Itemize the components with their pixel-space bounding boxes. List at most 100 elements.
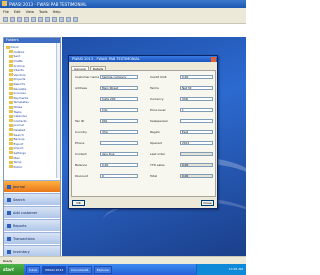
tree-item-label: Settings <box>13 150 26 155</box>
left-field-label: Contact <box>75 152 87 156</box>
menu-view[interactable]: View <box>26 10 34 14</box>
tree-item-label: Receipts <box>13 86 27 91</box>
tree-item[interactable]: Public <box>4 164 60 169</box>
screen: PWASI 2013 - FWASI PAB TESTIMONIAL File … <box>0 0 262 275</box>
right-field-input[interactable]: East <box>180 130 213 134</box>
nav-button-label: Reports <box>13 223 27 228</box>
right-field-input[interactable]: 1 <box>180 108 213 112</box>
left-field-label: Phone <box>75 141 85 145</box>
left-field-input[interactable]: USA <box>100 130 138 134</box>
nav-button[interactable]: Add customer <box>4 206 60 218</box>
left-field-input[interactable]: 0 <box>100 174 138 178</box>
nav-icon <box>7 236 11 241</box>
tree-item-label: Drafts <box>13 59 23 64</box>
taskbar: start Inbox PWASI 2013 Document1 Explorer 1… <box>0 264 246 275</box>
folder-icon <box>9 137 13 141</box>
right-field-input[interactable] <box>180 119 213 123</box>
right-field-input[interactable]: 0.00 <box>180 163 213 167</box>
right-field-input[interactable]: 0.00 <box>180 174 213 178</box>
right-field-input[interactable]: 2013 <box>180 141 213 145</box>
right-field-label: Terms <box>150 86 159 90</box>
left-field-input[interactable]: 001 <box>100 119 138 123</box>
left-field-input[interactable]: City <box>100 108 138 112</box>
left-field-label: Address <box>75 86 87 90</box>
nav-button[interactable]: Transactions <box>4 232 60 244</box>
tree-item-label: Notes <box>13 105 23 110</box>
folder-icon <box>9 114 13 118</box>
ok-button[interactable]: OK <box>72 200 85 206</box>
print-icon[interactable] <box>24 16 29 22</box>
copy-icon[interactable] <box>38 16 43 22</box>
title-bar[interactable]: PWASI 2013 - FWASI PAB TESTIMONIAL <box>0 0 246 8</box>
folder-icon <box>9 68 13 72</box>
dialog-form: Customer name Sample company Address Main S… <box>71 70 216 197</box>
nav-button[interactable]: Journal <box>4 180 60 192</box>
tree-item-label: Clients <box>13 68 24 73</box>
folder-icon <box>9 123 13 127</box>
dialog-title[interactable]: PWASI 2013 - FWASI PAB TESTIMONIAL <box>69 56 217 62</box>
nav-icon <box>7 197 11 202</box>
folder-icon <box>9 59 13 63</box>
taskbar-task[interactable]: PWASI 2013 <box>42 265 67 274</box>
tree-item-label: Projects <box>13 77 26 82</box>
nav-icon <box>7 210 11 215</box>
tree-item-label: Journal <box>13 123 24 128</box>
tree-item-label: Sent <box>13 54 21 59</box>
taskbar-task[interactable]: Document1 <box>68 265 92 274</box>
menu-bar: File Edit View Tools Help <box>0 8 246 15</box>
nav-button[interactable]: Reports <box>4 219 60 231</box>
folder-icon <box>9 100 13 104</box>
folder-icon <box>6 45 10 49</box>
folder-pane: Folders Inbox Outbox Sent Drafts Archive Clie… <box>3 37 61 257</box>
tree-item-label: Inbox <box>10 45 19 50</box>
save-icon[interactable] <box>17 16 22 22</box>
left-field-input[interactable]: Jane Doe <box>100 152 138 156</box>
cut-icon[interactable] <box>31 16 36 22</box>
tree-item-label: Payments <box>13 95 29 100</box>
left-field-input[interactable]: Sample company <box>100 75 138 79</box>
left-field-input[interactable] <box>100 141 138 145</box>
menu-tools[interactable]: Tools <box>39 10 48 14</box>
taskbar-task[interactable]: Inbox <box>26 265 41 274</box>
toolbar-gutter <box>0 24 246 37</box>
help-icon[interactable] <box>73 16 78 22</box>
nav-button-label: Inventory <box>13 249 30 254</box>
right-field-input[interactable]: Net 30 <box>180 86 213 90</box>
menu-edit[interactable]: Edit <box>14 10 21 14</box>
close-button[interactable]: Close <box>201 200 214 206</box>
open-icon[interactable] <box>10 16 15 22</box>
menu-help[interactable]: Help <box>53 10 61 14</box>
redo-icon[interactable] <box>59 16 64 22</box>
search-icon[interactable] <box>66 16 71 22</box>
folder-icon <box>9 156 13 160</box>
folder-icon <box>9 96 13 100</box>
folder-icon <box>9 77 13 81</box>
left-field-input[interactable]: 0.00 <box>100 163 138 167</box>
menu-file[interactable]: File <box>3 10 9 14</box>
folder-icon <box>9 165 13 169</box>
right-field-input[interactable]: 0.00 <box>180 75 213 79</box>
right-field-input[interactable] <box>180 152 213 156</box>
folder-icon <box>9 54 13 58</box>
start-button[interactable]: start <box>0 264 24 275</box>
folder-icon <box>9 73 13 77</box>
right-field-input[interactable]: USD <box>180 97 213 101</box>
tree-scrollbar[interactable] <box>56 43 60 178</box>
nav-button[interactable]: Search <box>4 193 60 205</box>
undo-icon[interactable] <box>52 16 57 22</box>
tree-item-label: Deleted <box>13 127 26 132</box>
close-icon[interactable] <box>211 56 216 62</box>
tree-item-label: Contacts <box>13 118 27 123</box>
left-field-label: Customer name <box>75 75 100 79</box>
left-field-label: Balance <box>75 163 87 167</box>
tree-item-label: Invoices <box>13 91 26 96</box>
taskbar-task[interactable]: Explorer <box>93 265 113 274</box>
customer-dialog: PWASI 2013 - FWASI PAB TESTIMONIAL Gener… <box>68 55 218 209</box>
left-field-input[interactable]: Suite 200 <box>100 97 138 101</box>
left-field-input[interactable]: Main Street <box>100 86 138 90</box>
tree-item-label: Import <box>13 146 24 151</box>
folder-icon <box>9 160 13 164</box>
new-icon[interactable] <box>3 16 8 22</box>
paste-icon[interactable] <box>45 16 50 22</box>
tree-item-label: Reports <box>13 82 26 87</box>
